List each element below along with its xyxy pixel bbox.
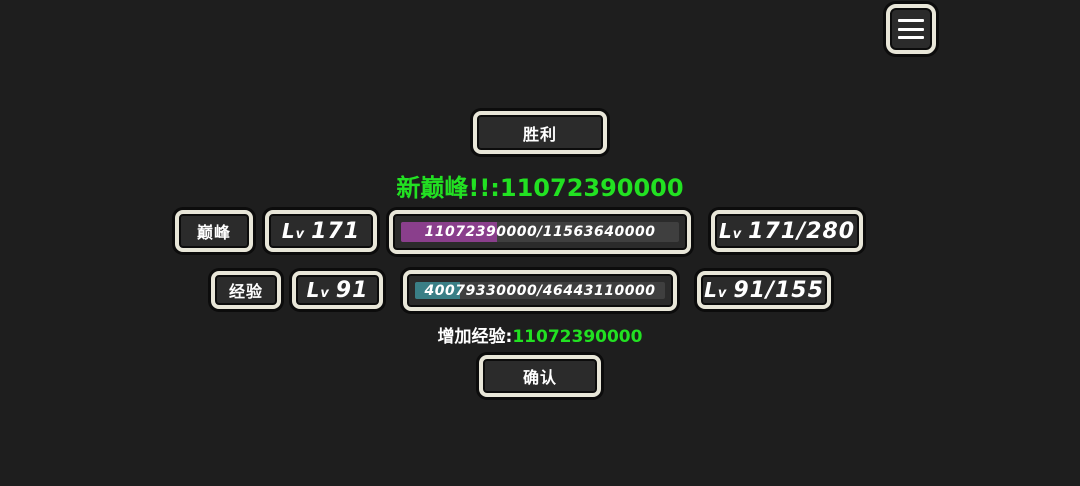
peak-label-box: 巅峰 (175, 210, 253, 252)
peak-bar-text: 11072390000/11563640000 (424, 224, 656, 240)
exp-label-box: 经验 (211, 271, 281, 309)
peak-progress-bar: 11072390000/11563640000 (389, 210, 691, 254)
exp-gain-text: 增加经验:11072390000 (0, 322, 1080, 347)
exp-level-box: Lv 91 (292, 271, 383, 309)
menu-button[interactable] (886, 4, 936, 54)
hamburger-menu-icon (898, 16, 924, 42)
new-peak-value: 11072390000 (499, 174, 684, 202)
exp-label: 经验 (228, 282, 263, 301)
exp-gain-value: 11072390000 (512, 327, 643, 347)
confirm-label: 确认 (522, 368, 557, 387)
victory-title: 胜利 (522, 124, 557, 144)
victory-title-box: 胜利 (473, 111, 607, 154)
exp-level-value: 91 (335, 277, 369, 303)
exp-gain-label: 增加经验: (437, 327, 513, 347)
exp-max-level-box: Lv 91/155 (697, 271, 831, 309)
confirm-button[interactable]: 确认 (479, 355, 601, 397)
peak-level-tag: Lv (281, 219, 306, 243)
exp-level-tag: Lv (306, 278, 330, 302)
peak-max-level-tag: Lv (718, 219, 743, 243)
exp-progress-bar: 40079330000/46443110000 (403, 270, 677, 311)
victory-screen: 胜利 新巅峰!!:11072390000 巅峰 Lv 171 1107239000… (0, 0, 1080, 486)
exp-bar-text: 40079330000/46443110000 (424, 282, 656, 299)
exp-max-level-tag: Lv (704, 278, 728, 302)
exp-max-level-value: 91/155 (733, 277, 824, 303)
peak-max-level-box: Lv 171/280 (711, 210, 863, 252)
new-peak-label: 新巅峰!!: (396, 174, 500, 202)
peak-level-box: Lv 171 (265, 210, 377, 252)
peak-level-value: 171 (311, 218, 361, 244)
peak-max-level-value: 171/280 (748, 218, 856, 244)
peak-label: 巅峰 (196, 223, 231, 242)
new-peak-banner: 新巅峰!!:11072390000 (0, 168, 1080, 203)
